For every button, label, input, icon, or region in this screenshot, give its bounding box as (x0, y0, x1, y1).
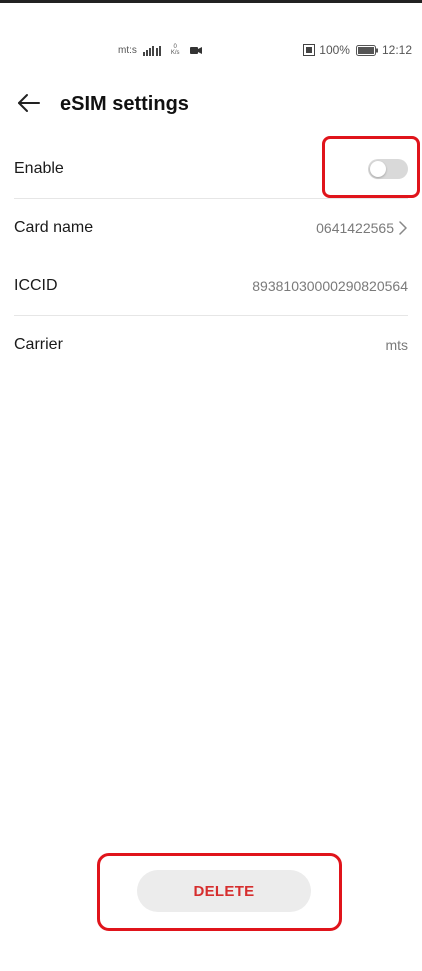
arrow-left-icon[interactable] (16, 90, 42, 116)
settings-list: Enable Card name 0641422565 ICCID 893810… (0, 140, 422, 374)
status-left: mt:s 0 K/s (118, 44, 202, 56)
speed-unit: K/s (170, 50, 180, 56)
carrier-row: Carrier mts (14, 316, 408, 374)
iccid-row: ICCID 89381030000290820564 (14, 257, 408, 316)
carrier-label: Carrier (14, 336, 63, 353)
chevron-right-icon (399, 221, 407, 235)
app-header: eSIM settings (0, 84, 422, 124)
toggle-knob (370, 161, 386, 177)
card-name-value-wrap: 0641422565 (316, 220, 408, 236)
iccid-label: ICCID (14, 277, 58, 294)
card-name-label: Card name (14, 219, 94, 236)
camera-icon (189, 46, 202, 54)
iccid-value: 89381030000290820564 (252, 278, 408, 294)
carrier-value: mts (385, 337, 408, 353)
carrier-text: mt:s (118, 44, 137, 56)
delete-button[interactable]: DELETE (137, 870, 311, 912)
status-right: 100% 12:12 (303, 43, 412, 57)
signal-icon (142, 46, 161, 56)
card-name-row[interactable]: Card name 0641422565 (14, 199, 408, 257)
enable-toggle[interactable] (368, 159, 408, 179)
sim-icon (303, 44, 316, 56)
battery-icon (355, 44, 378, 56)
clock: 12:12 (381, 43, 412, 57)
battery-percent: 100% (319, 43, 350, 57)
top-border (0, 0, 422, 3)
enable-row: Enable (14, 140, 408, 199)
network-speed: 0 K/s (171, 44, 180, 56)
status-bar: mt:s 0 K/s 100% 12:12 (0, 40, 422, 64)
page-title: eSIM settings (60, 93, 189, 115)
enable-label: Enable (14, 160, 64, 177)
card-name-value: 0641422565 (316, 220, 394, 236)
